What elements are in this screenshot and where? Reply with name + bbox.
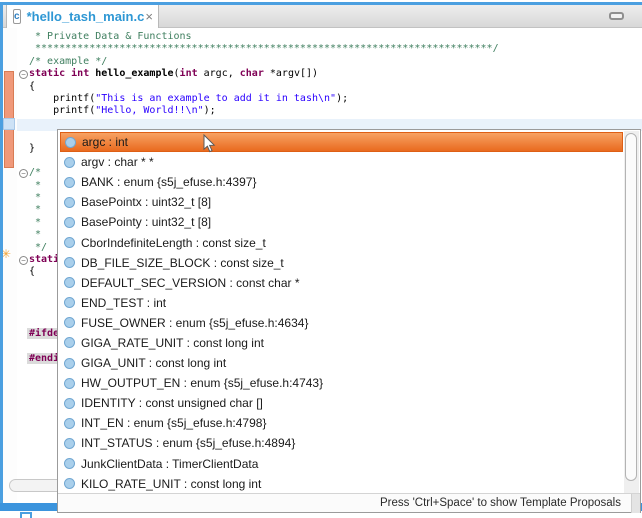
- editor-window: c *hello_tash_main.c × ✳ − − − * Private D…: [0, 0, 642, 518]
- proposal-item[interactable]: DB_FILE_SIZE_BLOCK : const size_t: [60, 253, 640, 273]
- variable-icon: [64, 237, 75, 248]
- tab-close-icon[interactable]: ×: [144, 10, 154, 23]
- proposal-label: CborIndefiniteLength : const size_t: [81, 236, 266, 250]
- variable-icon: [64, 378, 75, 389]
- proposal-item[interactable]: BasePointy : uint32_t [8]: [60, 212, 640, 232]
- proposal-item[interactable]: HW_OUTPUT_EN : enum {s5j_efuse.h:4743}: [60, 373, 640, 393]
- proposal-label: INT_EN : enum {s5j_efuse.h:4798}: [81, 416, 266, 430]
- variable-icon: [64, 277, 75, 288]
- template-proposals-hint: Press 'Ctrl+Space' to show Template Prop…: [380, 497, 631, 509]
- proposal-label: GIGA_UNIT : const long int: [81, 356, 226, 370]
- proposal-item[interactable]: INT_STATUS : enum {s5j_efuse.h:4894}: [60, 433, 640, 453]
- proposal-label: INT_STATUS : enum {s5j_efuse.h:4894}: [81, 436, 295, 450]
- mouse-cursor-icon: [203, 134, 217, 154]
- code-line: printf("Hello, World!!\n");: [29, 105, 642, 117]
- proposal-label: argv : char * *: [81, 155, 154, 169]
- popup-status-bar: Press 'Ctrl+Space' to show Template Prop…: [58, 493, 640, 512]
- proposal-item[interactable]: JunkClientData : TimerClientData: [60, 454, 640, 474]
- proposal-label: argc : int: [82, 135, 128, 149]
- proposal-item[interactable]: GIGA_RATE_UNIT : const long int: [60, 333, 640, 353]
- variable-icon: [64, 358, 75, 369]
- proposal-label: GIGA_RATE_UNIT : const long int: [81, 336, 264, 350]
- proposal-item[interactable]: argc : int: [60, 132, 623, 152]
- proposal-item[interactable]: DEFAULT_SEC_VERSION : const char *: [60, 273, 640, 293]
- code-line: static int hello_example(int argc, char …: [29, 68, 642, 80]
- variable-icon: [64, 418, 75, 429]
- variable-icon: [64, 157, 75, 168]
- proposal-label: BasePointx : uint32_t [8]: [81, 195, 211, 209]
- proposal-label: JunkClientData : TimerClientData: [81, 457, 258, 471]
- fold-collapse-icon[interactable]: −: [19, 256, 28, 265]
- proposal-item[interactable]: argv : char * *: [60, 152, 640, 172]
- popup-scrollbar-thumb[interactable]: [625, 133, 637, 481]
- proposal-item[interactable]: CborIndefiniteLength : const size_t: [60, 232, 640, 252]
- code-line: * Private Data & Functions: [29, 31, 642, 43]
- marker-icon: ✳: [3, 247, 11, 261]
- proposal-label: BasePointy : uint32_t [8]: [81, 215, 211, 229]
- proposal-label: FUSE_OWNER : enum {s5j_efuse.h:4634}: [81, 316, 308, 330]
- variable-icon: [64, 177, 75, 188]
- code-line: /* example */: [29, 56, 642, 68]
- variable-icon: [64, 337, 75, 348]
- view-fragment-below: [20, 512, 32, 518]
- proposal-item[interactable]: BANK : enum {s5j_efuse.h:4397}: [60, 172, 640, 192]
- editor-tab-bar: c *hello_tash_main.c ×: [3, 5, 642, 28]
- variable-icon: [64, 398, 75, 409]
- variable-icon: [64, 217, 75, 228]
- proposal-label: BANK : enum {s5j_efuse.h:4397}: [81, 175, 256, 189]
- proposal-item[interactable]: FUSE_OWNER : enum {s5j_efuse.h:4634}: [60, 313, 640, 333]
- proposal-item[interactable]: INT_EN : enum {s5j_efuse.h:4798}: [60, 413, 640, 433]
- tab-hello-tash-main[interactable]: c *hello_tash_main.c ×: [6, 5, 159, 28]
- proposal-label: KILO_RATE_UNIT : const long int: [81, 477, 261, 491]
- popup-resize-grip[interactable]: [631, 494, 640, 513]
- proposal-item[interactable]: GIGA_UNIT : const long int: [60, 353, 640, 373]
- code-line: printf("This is an example to add it in …: [29, 93, 642, 105]
- proposal-label: IDENTITY : const unsigned char []: [81, 396, 263, 410]
- variable-icon: [64, 478, 75, 489]
- content-assist-popup: argc : int argv : char * * BANK : enum {s5…: [57, 129, 641, 513]
- variable-icon: [64, 297, 75, 308]
- code-line: {: [29, 81, 642, 93]
- proposal-label: END_TEST : int: [81, 296, 166, 310]
- proposal-label: HW_OUTPUT_EN : enum {s5j_efuse.h:4743}: [81, 376, 323, 390]
- popup-scrollbar[interactable]: [624, 131, 639, 494]
- caret-ruler-marker: [3, 118, 15, 130]
- variable-icon: [65, 137, 76, 148]
- fold-collapse-icon[interactable]: −: [19, 169, 28, 178]
- proposal-item[interactable]: IDENTITY : const unsigned char []: [60, 393, 640, 413]
- fold-collapse-icon[interactable]: −: [19, 70, 28, 79]
- proposal-label: DB_FILE_SIZE_BLOCK : const size_t: [81, 256, 284, 270]
- proposal-label: DEFAULT_SEC_VERSION : const char *: [81, 276, 300, 290]
- variable-icon: [64, 257, 75, 268]
- proposal-item[interactable]: END_TEST : int: [60, 293, 640, 313]
- variable-icon: [64, 438, 75, 449]
- c-file-icon: c: [13, 9, 21, 24]
- proposal-list[interactable]: argc : int argv : char * * BANK : enum {s5…: [58, 130, 640, 494]
- tab-title: *hello_tash_main.c: [27, 9, 145, 24]
- code-line: ****************************************…: [29, 43, 642, 55]
- variable-icon: [64, 197, 75, 208]
- proposal-item[interactable]: BasePointx : uint32_t [8]: [60, 192, 640, 212]
- variable-icon: [64, 458, 75, 469]
- vertical-ruler[interactable]: ✳: [3, 28, 17, 503]
- proposal-item[interactable]: KILO_RATE_UNIT : const long int: [60, 474, 640, 494]
- minimize-icon[interactable]: [609, 12, 624, 20]
- variable-icon: [64, 317, 75, 328]
